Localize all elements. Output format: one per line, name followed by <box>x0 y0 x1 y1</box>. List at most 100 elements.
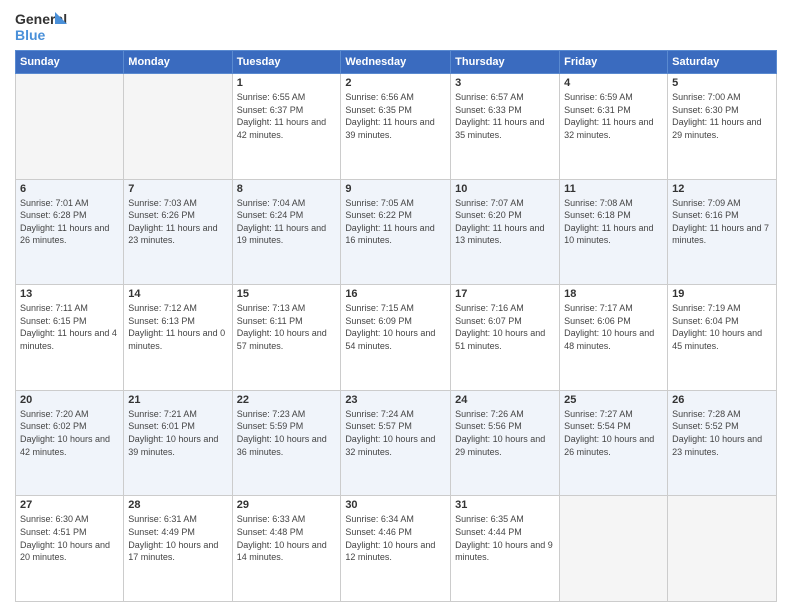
day-number: 11 <box>564 183 663 195</box>
day-number: 3 <box>455 77 555 89</box>
calendar-cell: 18 Sunrise: 7:17 AM Sunset: 6:06 PM Dayli… <box>560 285 668 391</box>
calendar-cell: 3 Sunrise: 6:57 AM Sunset: 6:33 PM Daylig… <box>451 74 560 180</box>
day-number: 14 <box>128 288 227 300</box>
calendar-cell: 19 Sunrise: 7:19 AM Sunset: 6:04 PM Dayli… <box>668 285 777 391</box>
day-number: 22 <box>237 394 337 406</box>
day-number: 21 <box>128 394 227 406</box>
day-info: Sunrise: 7:07 AM Sunset: 6:20 PM Dayligh… <box>455 197 555 247</box>
calendar-cell: 21 Sunrise: 7:21 AM Sunset: 6:01 PM Dayli… <box>124 390 232 496</box>
calendar-cell: 26 Sunrise: 7:28 AM Sunset: 5:52 PM Dayli… <box>668 390 777 496</box>
day-number: 30 <box>345 499 446 511</box>
day-number: 20 <box>20 394 119 406</box>
calendar-week-row: 6 Sunrise: 7:01 AM Sunset: 6:28 PM Daylig… <box>16 179 777 285</box>
calendar-table: SundayMondayTuesdayWednesdayThursdayFrid… <box>15 50 777 602</box>
day-info: Sunrise: 6:55 AM Sunset: 6:37 PM Dayligh… <box>237 91 337 141</box>
day-info: Sunrise: 7:28 AM Sunset: 5:52 PM Dayligh… <box>672 408 772 458</box>
day-info: Sunrise: 6:57 AM Sunset: 6:33 PM Dayligh… <box>455 91 555 141</box>
day-number: 17 <box>455 288 555 300</box>
calendar-cell: 31Sunrise: 6:35 AM Sunset: 4:44 PM Dayli… <box>451 496 560 602</box>
day-number: 15 <box>237 288 337 300</box>
calendar-cell: 25 Sunrise: 7:27 AM Sunset: 5:54 PM Dayli… <box>560 390 668 496</box>
day-number: 26 <box>672 394 772 406</box>
logo-svg: GeneralBlue <box>15 10 67 44</box>
calendar-cell: 29 Sunrise: 6:33 AM Sunset: 4:48 PM Dayli… <box>232 496 341 602</box>
day-number: 13 <box>20 288 119 300</box>
calendar-header-row: SundayMondayTuesdayWednesdayThursdayFrid… <box>16 51 777 74</box>
day-number: 6 <box>20 183 119 195</box>
col-header-wednesday: Wednesday <box>341 51 451 74</box>
day-info: Sunrise: 7:16 AM Sunset: 6:07 PM Dayligh… <box>455 302 555 352</box>
day-info: Sunrise: 7:01 AM Sunset: 6:28 PM Dayligh… <box>20 197 119 247</box>
calendar-cell: 8Sunrise: 7:04 AM Sunset: 6:24 PM Daylig… <box>232 179 341 285</box>
logo: GeneralBlue <box>15 10 67 44</box>
calendar-cell: 11 Sunrise: 7:08 AM Sunset: 6:18 PM Dayli… <box>560 179 668 285</box>
day-number: 7 <box>128 183 227 195</box>
calendar-week-row: 27 Sunrise: 6:30 AM Sunset: 4:51 PM Dayli… <box>16 496 777 602</box>
day-number: 9 <box>345 183 446 195</box>
calendar-cell: 30 Sunrise: 6:34 AM Sunset: 4:46 PM Dayli… <box>341 496 451 602</box>
day-info: Sunrise: 7:20 AM Sunset: 6:02 PM Dayligh… <box>20 408 119 458</box>
day-number: 2 <box>345 77 446 89</box>
calendar-cell: 1Sunrise: 6:55 AM Sunset: 6:37 PM Daylig… <box>232 74 341 180</box>
calendar-cell: 10 Sunrise: 7:07 AM Sunset: 6:20 PM Dayli… <box>451 179 560 285</box>
day-info: Sunrise: 6:33 AM Sunset: 4:48 PM Dayligh… <box>237 513 337 563</box>
calendar-cell: 12 Sunrise: 7:09 AM Sunset: 6:16 PM Dayli… <box>668 179 777 285</box>
day-info: Sunrise: 7:09 AM Sunset: 6:16 PM Dayligh… <box>672 197 772 247</box>
calendar-week-row: 1Sunrise: 6:55 AM Sunset: 6:37 PM Daylig… <box>16 74 777 180</box>
calendar-cell: 15 Sunrise: 7:13 AM Sunset: 6:11 PM Dayli… <box>232 285 341 391</box>
day-info: Sunrise: 7:12 AM Sunset: 6:13 PM Dayligh… <box>128 302 227 352</box>
day-number: 10 <box>455 183 555 195</box>
header: GeneralBlue <box>15 10 777 44</box>
day-number: 19 <box>672 288 772 300</box>
calendar-cell: 20 Sunrise: 7:20 AM Sunset: 6:02 PM Dayli… <box>16 390 124 496</box>
day-info: Sunrise: 7:21 AM Sunset: 6:01 PM Dayligh… <box>128 408 227 458</box>
calendar-cell <box>16 74 124 180</box>
day-number: 24 <box>455 394 555 406</box>
calendar-cell <box>560 496 668 602</box>
day-info: Sunrise: 7:13 AM Sunset: 6:11 PM Dayligh… <box>237 302 337 352</box>
day-number: 5 <box>672 77 772 89</box>
col-header-monday: Monday <box>124 51 232 74</box>
day-info: Sunrise: 7:19 AM Sunset: 6:04 PM Dayligh… <box>672 302 772 352</box>
calendar-cell: 24 Sunrise: 7:26 AM Sunset: 5:56 PM Dayli… <box>451 390 560 496</box>
calendar-cell: 2 Sunrise: 6:56 AM Sunset: 6:35 PM Daylig… <box>341 74 451 180</box>
calendar-cell: 13 Sunrise: 7:11 AM Sunset: 6:15 PM Dayli… <box>16 285 124 391</box>
col-header-sunday: Sunday <box>16 51 124 74</box>
day-info: Sunrise: 6:30 AM Sunset: 4:51 PM Dayligh… <box>20 513 119 563</box>
calendar-cell <box>668 496 777 602</box>
day-number: 25 <box>564 394 663 406</box>
day-number: 23 <box>345 394 446 406</box>
day-info: Sunrise: 6:56 AM Sunset: 6:35 PM Dayligh… <box>345 91 446 141</box>
calendar-cell: 4Sunrise: 6:59 AM Sunset: 6:31 PM Daylig… <box>560 74 668 180</box>
day-info: Sunrise: 7:24 AM Sunset: 5:57 PM Dayligh… <box>345 408 446 458</box>
calendar-cell: 28 Sunrise: 6:31 AM Sunset: 4:49 PM Dayli… <box>124 496 232 602</box>
day-number: 31 <box>455 499 555 511</box>
day-number: 4 <box>564 77 663 89</box>
day-number: 29 <box>237 499 337 511</box>
day-number: 27 <box>20 499 119 511</box>
day-info: Sunrise: 7:17 AM Sunset: 6:06 PM Dayligh… <box>564 302 663 352</box>
day-info: Sunrise: 7:04 AM Sunset: 6:24 PM Dayligh… <box>237 197 337 247</box>
day-number: 28 <box>128 499 227 511</box>
page: GeneralBlue SundayMondayTuesdayWednesday… <box>0 0 792 612</box>
day-info: Sunrise: 7:03 AM Sunset: 6:26 PM Dayligh… <box>128 197 227 247</box>
day-info: Sunrise: 7:11 AM Sunset: 6:15 PM Dayligh… <box>20 302 119 352</box>
day-info: Sunrise: 7:27 AM Sunset: 5:54 PM Dayligh… <box>564 408 663 458</box>
calendar-cell: 27 Sunrise: 6:30 AM Sunset: 4:51 PM Dayli… <box>16 496 124 602</box>
calendar-cell: 16Sunrise: 7:15 AM Sunset: 6:09 PM Dayli… <box>341 285 451 391</box>
calendar-week-row: 13 Sunrise: 7:11 AM Sunset: 6:15 PM Dayli… <box>16 285 777 391</box>
col-header-friday: Friday <box>560 51 668 74</box>
day-info: Sunrise: 7:08 AM Sunset: 6:18 PM Dayligh… <box>564 197 663 247</box>
calendar-cell: 9Sunrise: 7:05 AM Sunset: 6:22 PM Daylig… <box>341 179 451 285</box>
day-info: Sunrise: 6:34 AM Sunset: 4:46 PM Dayligh… <box>345 513 446 563</box>
day-info: Sunrise: 6:31 AM Sunset: 4:49 PM Dayligh… <box>128 513 227 563</box>
day-info: Sunrise: 7:00 AM Sunset: 6:30 PM Dayligh… <box>672 91 772 141</box>
col-header-tuesday: Tuesday <box>232 51 341 74</box>
calendar-cell: 22Sunrise: 7:23 AM Sunset: 5:59 PM Dayli… <box>232 390 341 496</box>
calendar-cell: 23 Sunrise: 7:24 AM Sunset: 5:57 PM Dayli… <box>341 390 451 496</box>
day-number: 12 <box>672 183 772 195</box>
svg-text:Blue: Blue <box>15 27 46 43</box>
day-number: 18 <box>564 288 663 300</box>
calendar-cell <box>124 74 232 180</box>
day-info: Sunrise: 7:26 AM Sunset: 5:56 PM Dayligh… <box>455 408 555 458</box>
